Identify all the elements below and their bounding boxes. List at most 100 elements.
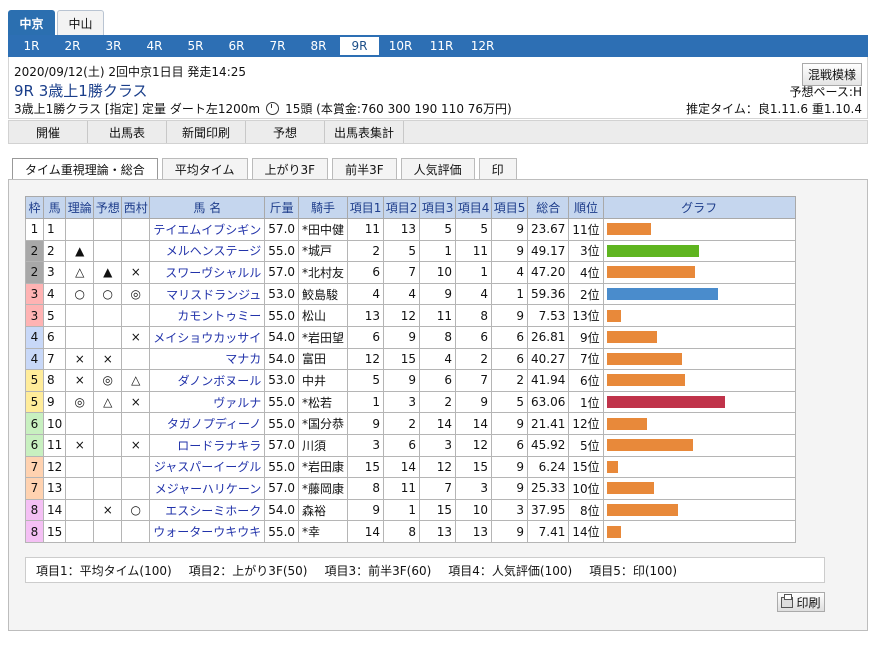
race-tab[interactable]: 1R: [12, 37, 51, 55]
cell-kin: 54.0: [264, 325, 300, 349]
venue-tabs: 中京 中山: [8, 10, 106, 35]
content-tab[interactable]: タイム重視理論・総合: [12, 158, 158, 180]
cell-name[interactable]: メルヘンステージ: [149, 239, 266, 263]
race-tab[interactable]: 11R: [422, 37, 461, 55]
table-row: 5 9 ◎ △ × ヴァルナ 55.0 *松若 1 3 2 9 5 63.06 1位: [25, 390, 796, 414]
content-tab[interactable]: 上がり3F: [251, 158, 329, 180]
cell-k4: 6: [455, 325, 493, 349]
cell-riron: [65, 304, 95, 327]
cell-name[interactable]: ダノンボヌール: [149, 369, 266, 392]
column-header: 項目2: [383, 196, 421, 219]
cell-k3: 13: [419, 520, 457, 543]
cell-yoso: ×: [93, 347, 123, 371]
cell-uma: 10: [42, 412, 67, 435]
cell-waku: 4: [25, 347, 44, 371]
cell-graph: [602, 239, 796, 263]
cell-k5: 6: [491, 347, 529, 371]
sub-nav-item[interactable]: 出馬表: [88, 121, 167, 143]
cell-riron: [65, 412, 95, 435]
cell-k1: 8: [347, 477, 385, 500]
cell-total: 41.94: [527, 369, 570, 392]
cell-waku: 3: [25, 304, 44, 327]
cell-name[interactable]: マリスドランジュ: [149, 282, 266, 306]
cell-yoso: ▲: [93, 261, 123, 284]
cell-k3: 7: [419, 477, 457, 500]
cell-rank: 12位: [568, 412, 604, 435]
race-tab[interactable]: 7R: [258, 37, 297, 55]
sub-nav-item[interactable]: 新聞印刷: [167, 121, 246, 143]
cell-name[interactable]: マナカ: [149, 347, 266, 371]
content-tab[interactable]: 前半3F: [332, 158, 397, 180]
cell-kin: 55.0: [264, 455, 300, 479]
print-button[interactable]: 印刷: [777, 592, 825, 612]
cell-kin: 55.0: [264, 304, 300, 327]
cell-jockey: 松山: [298, 304, 349, 327]
sub-nav-item[interactable]: 開催: [9, 121, 88, 143]
cell-k4: 2: [455, 347, 493, 371]
race-tab[interactable]: 8R: [299, 37, 338, 55]
race-title: 9R 3歳上1勝クラス: [14, 82, 148, 100]
legend-item: 項目3：前半3F(60): [324, 563, 432, 578]
cell-kin: 54.0: [264, 347, 300, 371]
cell-name[interactable]: スワーヴシャルル: [149, 261, 266, 284]
cell-name[interactable]: ロードラナキラ: [149, 433, 266, 457]
cell-k2: 5: [383, 239, 421, 263]
cell-waku: 5: [25, 390, 44, 414]
cell-k1: 5: [347, 369, 385, 392]
content-tab[interactable]: 人気評価: [400, 158, 475, 180]
race-tab[interactable]: 6R: [217, 37, 256, 55]
cell-riron: [65, 477, 95, 500]
cell-riron: [65, 455, 95, 479]
race-tab[interactable]: 5R: [176, 37, 215, 55]
cell-name[interactable]: エスシーミホーク: [149, 498, 266, 522]
table-row: 2 2 ▲ メルヘンステージ 55.0 *城戸 2 5 1 11 9 49.17 3位: [25, 239, 796, 263]
column-header: 項目5: [491, 196, 529, 219]
cell-name[interactable]: メジャーハリケーン: [149, 477, 266, 500]
race-tab[interactable]: 12R: [463, 37, 502, 55]
cell-uma: 12: [42, 455, 67, 479]
cell-waku: 7: [25, 455, 44, 479]
cell-name[interactable]: タガノプディーノ: [149, 412, 266, 435]
cell-k1: 9: [347, 412, 385, 435]
cell-name[interactable]: カモントゥミー: [149, 304, 266, 327]
cell-uma: 3: [42, 261, 67, 284]
cell-k3: 2: [419, 390, 457, 414]
race-tab[interactable]: 10R: [381, 37, 420, 55]
cell-jockey: *松若: [298, 390, 349, 414]
cell-name[interactable]: ヴァルナ: [149, 390, 266, 414]
content-tab[interactable]: 平均タイム: [161, 158, 248, 180]
column-header: 項目3: [419, 196, 457, 219]
sub-nav-item[interactable]: 出馬表集計: [325, 121, 404, 143]
cell-name[interactable]: ジャスパーイーグル: [149, 455, 266, 479]
cell-waku: 2: [25, 261, 44, 284]
score-bar: [606, 352, 683, 365]
race-tab[interactable]: 4R: [135, 37, 174, 55]
venue-tab[interactable]: 中京: [8, 10, 55, 35]
cell-k1: 2: [347, 239, 385, 263]
cell-name[interactable]: ウォーターウキウキ: [149, 520, 266, 543]
cell-graph: [602, 261, 796, 284]
race-tab[interactable]: 3R: [94, 37, 133, 55]
race-tab[interactable]: 2R: [53, 37, 92, 55]
cell-kin: 55.0: [264, 239, 300, 263]
column-header: 馬: [42, 196, 67, 219]
venue-tab[interactable]: 中山: [57, 10, 104, 35]
cell-waku: 3: [25, 282, 44, 306]
cell-k1: 9: [347, 498, 385, 522]
cell-name[interactable]: テイエムイブシギン: [149, 218, 266, 241]
cell-waku: 2: [25, 239, 44, 263]
column-header: 馬 名: [149, 196, 266, 219]
cell-rank: 9位: [568, 325, 604, 349]
table-row: 4 6 × メイショウカッサイ 54.0 *岩田望 6 9 8 6 6 26.81 9位: [25, 325, 796, 349]
sub-nav-item[interactable]: 予想: [246, 121, 325, 143]
cell-k4: 10: [455, 498, 493, 522]
cell-uma: 5: [42, 304, 67, 327]
score-bar: [606, 331, 657, 344]
cell-k5: 9: [491, 412, 529, 435]
content-tab[interactable]: 印: [478, 158, 517, 180]
score-bar: [606, 374, 686, 387]
cell-k2: 9: [383, 369, 421, 392]
cell-name[interactable]: メイショウカッサイ: [149, 325, 266, 349]
race-tab[interactable]: 9R: [340, 37, 379, 55]
cell-rank: 11位: [568, 218, 604, 241]
